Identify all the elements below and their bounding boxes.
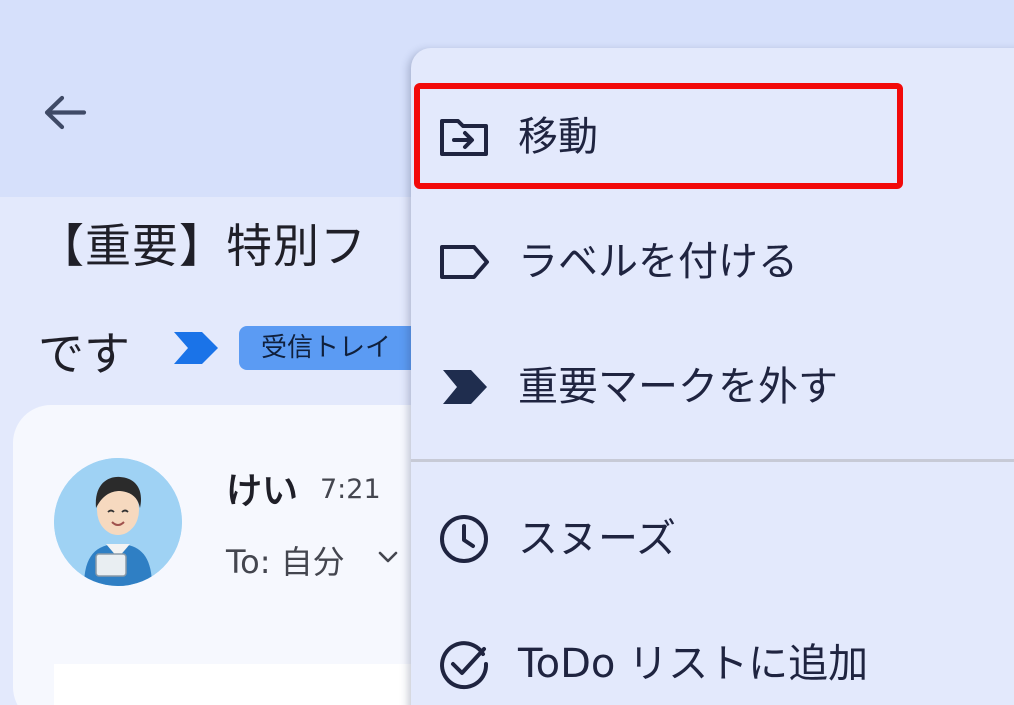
gmail-screen: 【重要】特別フ です 受信トレイ けい 7:21 To: 自分 移動 ラベルを付… — [0, 0, 1014, 705]
arrow-back-icon — [44, 95, 87, 130]
menu-item-label-as[interactable]: ラベルを付ける — [411, 211, 1014, 311]
important-marker-icon[interactable] — [172, 330, 220, 366]
message-time: 7:21 — [320, 474, 381, 505]
email-subject: 【重要】特別フ — [38, 219, 367, 273]
menu-item-unmark-important[interactable]: 重要マークを外す — [411, 336, 1014, 436]
person-illustration-icon — [54, 458, 182, 586]
task-add-icon — [440, 641, 489, 690]
back-button[interactable] — [36, 86, 92, 142]
inbox-label-chip[interactable]: 受信トレイ — [239, 326, 439, 370]
menu-item-move[interactable]: 移動 — [411, 86, 1014, 186]
folder-move-icon — [440, 119, 488, 156]
menu-divider — [411, 459, 1014, 462]
important-icon — [443, 370, 487, 404]
sender-name: けい — [226, 471, 299, 512]
menu-item-label: ラベルを付ける — [518, 239, 798, 285]
menu-item-add-to-tasks[interactable]: ToDo リストに追加 — [411, 613, 1014, 705]
recipient-details[interactable]: To: 自分 — [226, 537, 345, 583]
clock-icon — [440, 515, 488, 563]
menu-item-label: スヌーズ — [518, 516, 676, 562]
menu-item-label: ToDo リストに追加 — [518, 641, 869, 687]
menu-item-label: 重要マークを外す — [518, 364, 838, 410]
email-subject-continued: です — [38, 327, 130, 381]
menu-item-label: 移動 — [518, 114, 598, 160]
label-icon — [440, 245, 489, 279]
chevron-down-icon[interactable] — [374, 543, 402, 571]
avatar[interactable] — [54, 458, 182, 586]
menu-item-snooze[interactable]: スヌーズ — [411, 488, 1014, 588]
